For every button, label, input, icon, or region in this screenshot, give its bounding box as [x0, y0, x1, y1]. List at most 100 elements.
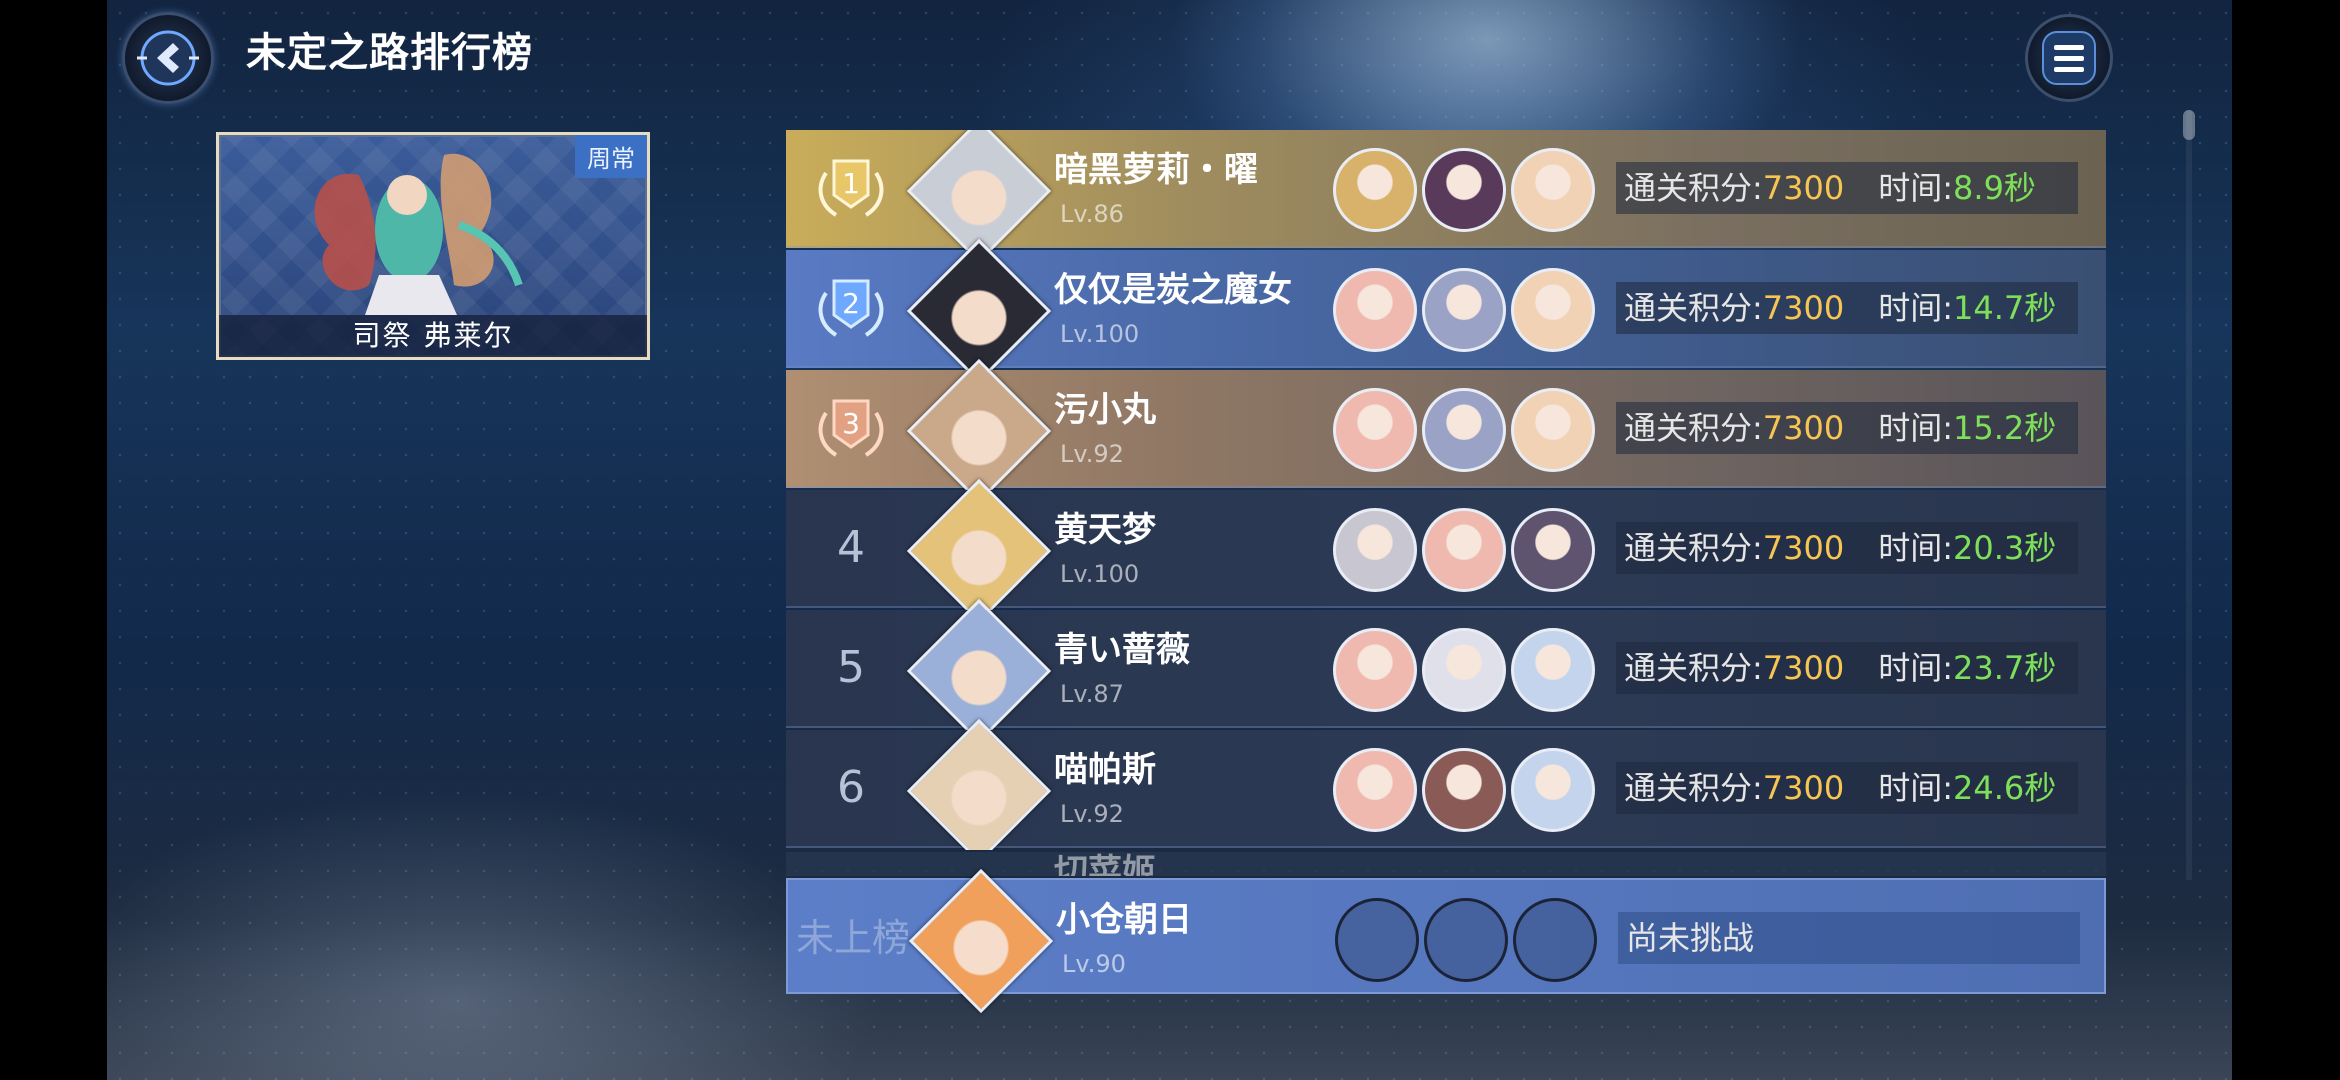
team-member-avatar[interactable] [1422, 388, 1506, 472]
my-rank-status: 未上榜 [795, 916, 910, 960]
score-time-box: 通关积分:7300 时间:14.7秒 [1616, 282, 2078, 334]
challenge-status: 尚未挑战 [1626, 919, 1755, 957]
score-value: 7300 [1762, 289, 1845, 327]
my-avatar[interactable] [908, 868, 1054, 1014]
player-level: Lv.87 [1060, 680, 1124, 708]
team-member-avatar[interactable] [1333, 388, 1417, 472]
time-label: 时间: [1878, 529, 1954, 567]
rank-medal: 1 [786, 130, 916, 246]
rank-medal-number: 1 [842, 167, 860, 200]
empty-team-slot [1424, 898, 1508, 982]
score-value: 7300 [1762, 649, 1845, 687]
team-member-avatar[interactable] [1333, 508, 1417, 592]
team-member-avatar[interactable] [1422, 268, 1506, 352]
player-avatar[interactable] [906, 718, 1052, 850]
player-name: 仅仅是炭之魔女 [1054, 270, 1292, 310]
player-level: Lv.100 [1060, 560, 1140, 588]
score-label: 通关积分: [1624, 409, 1763, 447]
scrollbar-thumb[interactable] [2183, 110, 2195, 140]
boss-name: 司祭 弗莱尔 [219, 315, 647, 357]
team-member-avatar[interactable] [1422, 628, 1506, 712]
my-player-name: 小仓朝日 [1056, 900, 1192, 940]
ranking-row[interactable]: 3 污小丸 Lv.92 通关积分:7300 时间:15.2秒 [786, 358, 2106, 504]
player-level: Lv.86 [1060, 200, 1124, 228]
team-member-avatar[interactable] [1511, 148, 1595, 232]
score-label: 通关积分: [1624, 649, 1763, 687]
score-time-box: 通关积分:7300 时间:24.6秒 [1616, 762, 2078, 814]
time-value: 8.9秒 [1953, 169, 2036, 207]
rank-medal-number: 3 [842, 407, 860, 440]
menu-button[interactable] [2025, 14, 2113, 102]
team-member-avatar[interactable] [1511, 628, 1595, 712]
team-member-avatar[interactable] [1333, 268, 1417, 352]
player-name: 切菜姬 [1054, 852, 1156, 876]
time-label: 时间: [1878, 409, 1954, 447]
rank-medal-icon: 3 [818, 399, 884, 457]
ranking-row[interactable]: 6 喵帕斯 Lv.92 通关积分:7300 时间:24.6秒 [786, 718, 2106, 850]
my-ranking-row[interactable]: 未上榜 小仓朝日 Lv.90 尚未挑战 [786, 868, 2106, 1014]
team-member-avatar[interactable] [1422, 508, 1506, 592]
rank-medal-number: 2 [842, 287, 860, 320]
score-time-box: 通关积分:7300 时间:15.2秒 [1616, 402, 2078, 454]
team-lineup [1333, 628, 1595, 712]
score-label: 通关积分: [1624, 169, 1763, 207]
team-lineup [1333, 748, 1595, 832]
rank-number: 5 [837, 642, 865, 693]
boss-frequency-tag: 周常 [575, 135, 647, 178]
score-label: 通关积分: [1624, 289, 1763, 327]
ranking-row[interactable]: 4 黄天梦 Lv.100 通关积分:7300 时间:20.3秒 [786, 478, 2106, 624]
team-member-avatar[interactable] [1511, 268, 1595, 352]
team-member-avatar[interactable] [1511, 748, 1595, 832]
rank-medal: 3 [786, 370, 916, 486]
rank-number: 4 [837, 522, 865, 573]
player-name: 污小丸 [1054, 390, 1156, 430]
score-value: 7300 [1762, 409, 1845, 447]
hamburger-menu-icon [2042, 31, 2096, 85]
time-label: 时间: [1878, 769, 1954, 807]
team-member-avatar[interactable] [1422, 148, 1506, 232]
time-label: 时间: [1878, 289, 1954, 327]
team-lineup [1333, 508, 1595, 592]
team-lineup [1333, 268, 1595, 352]
ranking-row[interactable]: 1 暗黑萝莉・曜 Lv.86 通关积分:7300 时间:8.9秒 [786, 130, 2106, 264]
team-lineup [1333, 148, 1595, 232]
player-level: Lv.100 [1060, 320, 1140, 348]
my-team-slots [1335, 898, 1597, 982]
time-value: 14.7秒 [1953, 289, 2057, 327]
team-member-avatar[interactable] [1511, 388, 1595, 472]
score-label: 通关积分: [1624, 529, 1763, 567]
ranking-list[interactable]: 1 暗黑萝莉・曜 Lv.86 通关积分:7300 时间:8.9秒 2 仅仅是炭之魔女 Lv.1… [786, 130, 2106, 850]
back-arrow-icon [137, 30, 199, 86]
team-member-avatar[interactable] [1422, 748, 1506, 832]
rank-medal-icon: 2 [818, 279, 884, 337]
team-lineup [1333, 388, 1595, 472]
team-member-avatar[interactable] [1333, 748, 1417, 832]
team-member-avatar[interactable] [1333, 628, 1417, 712]
score-value: 7300 [1762, 529, 1845, 567]
page-title: 未定之路排行榜 [246, 30, 533, 76]
ranking-row[interactable]: 2 仅仅是炭之魔女 Lv.100 通关积分:7300 时间:14.7秒 [786, 238, 2106, 384]
back-button[interactable] [122, 12, 214, 104]
time-label: 时间: [1878, 649, 1954, 687]
my-player-level: Lv.90 [1062, 950, 1126, 978]
rank-number: 6 [837, 762, 865, 813]
boss-card[interactable]: 周常 司祭 弗莱尔 [216, 132, 650, 360]
ranking-row[interactable]: 5 青い蔷薇 Lv.87 通关积分:7300 时间:23.7秒 [786, 598, 2106, 744]
player-level: Lv.92 [1060, 440, 1124, 468]
time-value: 23.7秒 [1953, 649, 2057, 687]
team-member-avatar[interactable] [1511, 508, 1595, 592]
scrollbar-track[interactable] [2186, 110, 2192, 880]
team-member-avatar[interactable] [1333, 148, 1417, 232]
time-value: 20.3秒 [1953, 529, 2057, 567]
player-level: Lv.92 [1060, 800, 1124, 828]
score-time-box: 通关积分:7300 时间:23.7秒 [1616, 642, 2078, 694]
time-label: 时间: [1878, 169, 1954, 207]
player-name: 暗黑萝莉・曜 [1054, 150, 1258, 190]
player-name: 黄天梦 [1054, 510, 1156, 550]
score-label: 通关积分: [1624, 769, 1763, 807]
player-name: 青い蔷薇 [1054, 630, 1190, 670]
empty-team-slot [1513, 898, 1597, 982]
player-name: 喵帕斯 [1054, 750, 1156, 790]
time-value: 24.6秒 [1953, 769, 2057, 807]
time-value: 15.2秒 [1953, 409, 2057, 447]
